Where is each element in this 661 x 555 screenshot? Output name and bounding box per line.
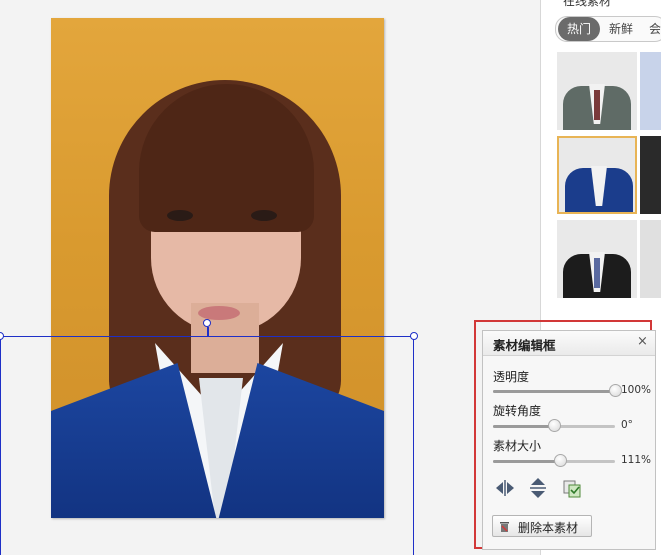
size-slider[interactable] <box>493 454 615 467</box>
tab-more[interactable]: 会 <box>644 17 661 41</box>
editor-header: 素材编辑框 × <box>483 331 655 356</box>
thumbnail-black-suit[interactable] <box>557 220 637 298</box>
thumbnail-partial[interactable] <box>640 52 661 130</box>
close-button[interactable]: × <box>637 335 648 349</box>
selection-box[interactable] <box>0 336 414 555</box>
tab-new[interactable]: 新鲜 <box>604 17 638 41</box>
thumbnail-grey-suit[interactable] <box>557 52 637 130</box>
rotation-slider-fill <box>493 425 554 428</box>
trash-icon <box>500 522 509 532</box>
delete-material-button[interactable]: 删除本素材 <box>492 515 592 537</box>
suit-tie <box>594 90 600 120</box>
thumbnail-blue-blazer[interactable] <box>557 136 637 214</box>
size-slider-fill <box>493 460 561 463</box>
editor-title: 素材编辑框 <box>493 338 556 353</box>
thumbnail-partial[interactable] <box>640 136 661 214</box>
rotation-value: 0° <box>621 419 633 431</box>
rotation-label: 旋转角度 <box>493 404 542 418</box>
flip-vertical-icon[interactable] <box>527 477 549 499</box>
size-value: 111% <box>621 454 652 466</box>
material-editor-dialog: 素材编辑框 × 透明度 100% 旋转角度 0° 素材大小 111% 删除本素材 <box>482 330 656 550</box>
rotate-handle[interactable] <box>203 319 211 327</box>
thumbnail-partial[interactable] <box>640 220 661 298</box>
suit-image <box>565 156 633 212</box>
flip-horizontal-icon[interactable] <box>494 477 516 499</box>
opacity-value: 100% <box>621 384 652 396</box>
suit-tie <box>594 258 600 288</box>
right-eye <box>251 210 277 221</box>
panel-title: 在线素材 <box>563 0 612 8</box>
suit-image <box>563 242 631 298</box>
tab-bar: 热门 新鲜 会 <box>555 16 661 42</box>
rotation-slider-knob[interactable] <box>548 419 561 432</box>
photo-canvas[interactable] <box>0 0 540 555</box>
opacity-label: 透明度 <box>493 370 530 384</box>
resize-handle-top-right[interactable] <box>410 332 418 340</box>
replace-icon[interactable] <box>561 477 583 499</box>
opacity-slider[interactable] <box>493 384 622 397</box>
tab-hot[interactable]: 热门 <box>558 17 600 41</box>
size-slider-knob[interactable] <box>554 454 568 467</box>
opacity-slider-fill <box>493 390 615 393</box>
lips <box>198 306 240 320</box>
suit-image <box>563 74 631 130</box>
size-label: 素材大小 <box>493 439 542 453</box>
rotation-slider[interactable] <box>493 419 615 432</box>
delete-material-label: 删除本素材 <box>518 521 579 535</box>
left-eye <box>167 210 193 221</box>
